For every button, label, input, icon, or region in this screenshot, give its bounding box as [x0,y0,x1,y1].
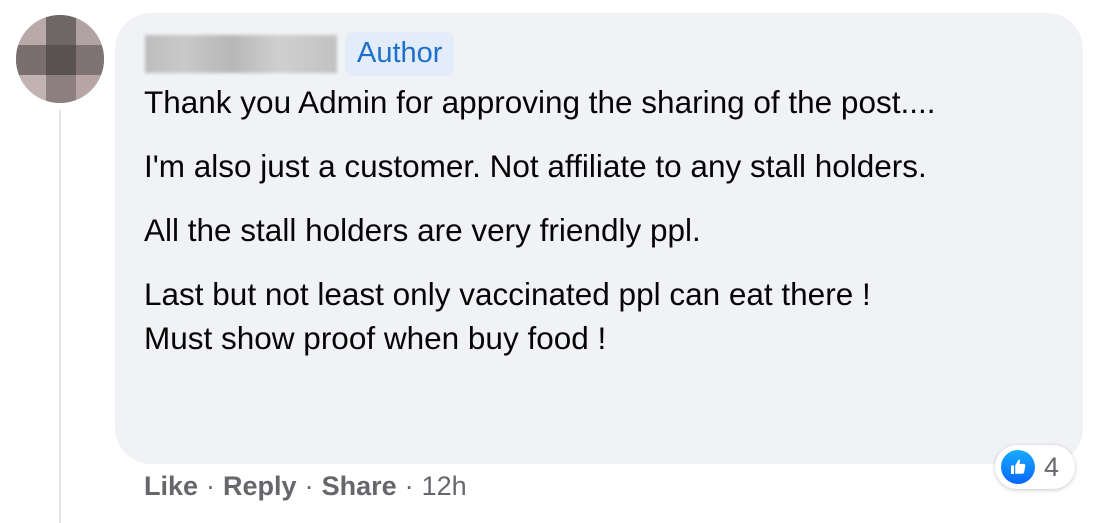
avatar-pixel [46,45,76,75]
comment-line: Last but not least only vaccinated ppl c… [144,276,871,312]
thread-line [59,110,61,523]
author-name-redacted[interactable] [145,35,337,73]
author-badge: Author [345,32,455,76]
avatar[interactable] [16,15,104,103]
avatar-pixel [16,15,46,45]
separator-dot: · [206,470,216,501]
avatar-pixel [16,75,46,103]
comment-line: Must show proof when buy food ! [144,320,607,356]
reaction-summary[interactable]: 4 [995,445,1075,489]
avatar-pixel [76,45,104,75]
separator-dot: · [304,470,314,501]
share-button[interactable]: Share [322,471,397,502]
avatar-pixel [76,15,104,45]
comment-paragraph: I'm also just a customer. Not affiliate … [144,148,927,184]
comment-text: Thank you Admin for approving the sharin… [144,80,1044,360]
comment-author-row: Author [145,32,455,76]
like-button[interactable]: Like [144,471,198,502]
avatar-pixel [46,75,76,103]
reply-button[interactable]: Reply [223,471,297,502]
comment-paragraph-last: Last but not least only vaccinated ppl c… [144,272,1044,360]
separator-dot: · [404,470,414,501]
comment-timestamp[interactable]: 12h [422,471,467,502]
thumbs-up-icon [1001,450,1035,484]
reaction-count: 4 [1044,451,1060,482]
avatar-pixel [76,75,104,103]
comment-paragraph: All the stall holders are very friendly … [144,212,701,248]
comment-actions: Like · Reply · Share · 12h [144,468,467,504]
avatar-pixel [16,45,46,75]
avatar-pixel [46,15,76,45]
comment-paragraph: Thank you Admin for approving the sharin… [144,84,936,120]
